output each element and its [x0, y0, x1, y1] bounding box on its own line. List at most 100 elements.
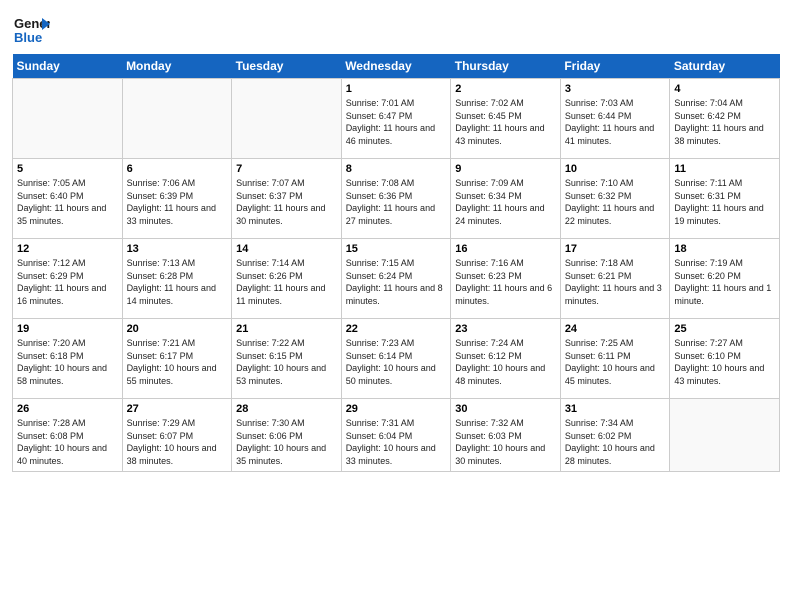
day-info: Sunrise: 7:02 AM Sunset: 6:45 PM Dayligh…	[455, 97, 556, 147]
week-row-1: 1 Sunrise: 7:01 AM Sunset: 6:47 PM Daylig…	[13, 79, 780, 159]
day-info: Sunrise: 7:28 AM Sunset: 6:08 PM Dayligh…	[17, 417, 118, 467]
svg-text:Blue: Blue	[14, 30, 42, 45]
day-info: Sunrise: 7:01 AM Sunset: 6:47 PM Dayligh…	[346, 97, 447, 147]
day-number: 12	[17, 243, 118, 255]
day-number: 23	[455, 323, 556, 335]
day-info: Sunrise: 7:30 AM Sunset: 6:06 PM Dayligh…	[236, 417, 337, 467]
week-row-4: 19 Sunrise: 7:20 AM Sunset: 6:18 PM Dayli…	[13, 319, 780, 399]
header: General Blue	[12, 10, 780, 48]
day-number: 20	[127, 323, 228, 335]
week-row-3: 12 Sunrise: 7:12 AM Sunset: 6:29 PM Dayli…	[13, 239, 780, 319]
day-number: 17	[565, 243, 666, 255]
day-number: 13	[127, 243, 228, 255]
day-cell: 13Sunrise: 7:13 AM Sunset: 6:28 PM Dayli…	[122, 239, 232, 319]
day-cell: 3 Sunrise: 7:03 AM Sunset: 6:44 PM Daylig…	[560, 79, 670, 159]
day-cell: 15 Sunrise: 7:15 AM Sunset: 6:24 PM Dayli…	[341, 239, 451, 319]
day-cell: 12 Sunrise: 7:12 AM Sunset: 6:29 PM Dayli…	[13, 239, 123, 319]
day-number: 19	[17, 323, 118, 335]
day-number: 6	[127, 163, 228, 175]
calendar-container: General Blue SundayMondayTuesdayWednesda…	[0, 0, 792, 612]
day-info: Sunrise: 7:08 AM Sunset: 6:36 PM Dayligh…	[346, 177, 447, 227]
day-cell: 2 Sunrise: 7:02 AM Sunset: 6:45 PM Daylig…	[451, 79, 561, 159]
day-cell: 5 Sunrise: 7:05 AM Sunset: 6:40 PM Daylig…	[13, 159, 123, 239]
day-info: Sunrise: 7:21 AM Sunset: 6:17 PM Dayligh…	[127, 337, 228, 387]
day-info: Sunrise: 7:06 AM Sunset: 6:39 PM Dayligh…	[127, 177, 228, 227]
day-cell: 30 Sunrise: 7:32 AM Sunset: 6:03 PM Dayli…	[451, 399, 561, 472]
day-cell: 4 Sunrise: 7:04 AM Sunset: 6:42 PM Daylig…	[670, 79, 780, 159]
day-cell: 17Sunrise: 7:18 AM Sunset: 6:21 PM Dayli…	[560, 239, 670, 319]
day-number: 8	[346, 163, 447, 175]
day-cell: 28 Sunrise: 7:30 AM Sunset: 6:06 PM Dayli…	[232, 399, 342, 472]
day-cell	[232, 79, 342, 159]
day-header-thursday: Thursday	[451, 54, 561, 79]
day-header-sunday: Sunday	[13, 54, 123, 79]
day-number: 11	[674, 163, 775, 175]
day-info: Sunrise: 7:32 AM Sunset: 6:03 PM Dayligh…	[455, 417, 556, 467]
day-number: 22	[346, 323, 447, 335]
day-cell: 8 Sunrise: 7:08 AM Sunset: 6:36 PM Daylig…	[341, 159, 451, 239]
day-number: 16	[455, 243, 556, 255]
day-cell: 31Sunrise: 7:34 AM Sunset: 6:02 PM Dayli…	[560, 399, 670, 472]
day-number: 18	[674, 243, 775, 255]
day-info: Sunrise: 7:15 AM Sunset: 6:24 PM Dayligh…	[346, 257, 447, 307]
day-cell: 27 Sunrise: 7:29 AM Sunset: 6:07 PM Dayli…	[122, 399, 232, 472]
day-cell: 23Sunrise: 7:24 AM Sunset: 6:12 PM Dayli…	[451, 319, 561, 399]
day-number: 5	[17, 163, 118, 175]
day-cell: 6 Sunrise: 7:06 AM Sunset: 6:39 PM Daylig…	[122, 159, 232, 239]
day-cell: 21Sunrise: 7:22 AM Sunset: 6:15 PM Dayli…	[232, 319, 342, 399]
day-number: 9	[455, 163, 556, 175]
day-cell: 16 Sunrise: 7:16 AM Sunset: 6:23 PM Dayli…	[451, 239, 561, 319]
day-cell: 14Sunrise: 7:14 AM Sunset: 6:26 PM Dayli…	[232, 239, 342, 319]
day-info: Sunrise: 7:20 AM Sunset: 6:18 PM Dayligh…	[17, 337, 118, 387]
day-info: Sunrise: 7:14 AM Sunset: 6:26 PM Dayligh…	[236, 257, 337, 307]
day-cell: 24 Sunrise: 7:25 AM Sunset: 6:11 PM Dayli…	[560, 319, 670, 399]
day-info: Sunrise: 7:09 AM Sunset: 6:34 PM Dayligh…	[455, 177, 556, 227]
day-number: 3	[565, 83, 666, 95]
day-cell	[13, 79, 123, 159]
day-info: Sunrise: 7:27 AM Sunset: 6:10 PM Dayligh…	[674, 337, 775, 387]
day-number: 21	[236, 323, 337, 335]
day-cell: 11 Sunrise: 7:11 AM Sunset: 6:31 PM Dayli…	[670, 159, 780, 239]
day-number: 30	[455, 403, 556, 415]
day-number: 25	[674, 323, 775, 335]
day-info: Sunrise: 7:23 AM Sunset: 6:14 PM Dayligh…	[346, 337, 447, 387]
day-info: Sunrise: 7:31 AM Sunset: 6:04 PM Dayligh…	[346, 417, 447, 467]
day-header-monday: Monday	[122, 54, 232, 79]
day-header-saturday: Saturday	[670, 54, 780, 79]
day-info: Sunrise: 7:25 AM Sunset: 6:11 PM Dayligh…	[565, 337, 666, 387]
day-cell: 9 Sunrise: 7:09 AM Sunset: 6:34 PM Daylig…	[451, 159, 561, 239]
day-number: 24	[565, 323, 666, 335]
day-number: 1	[346, 83, 447, 95]
day-cell	[122, 79, 232, 159]
day-cell: 10 Sunrise: 7:10 AM Sunset: 6:32 PM Dayli…	[560, 159, 670, 239]
day-cell: 22 Sunrise: 7:23 AM Sunset: 6:14 PM Dayli…	[341, 319, 451, 399]
logo-icon: General Blue	[12, 10, 50, 48]
day-info: Sunrise: 7:11 AM Sunset: 6:31 PM Dayligh…	[674, 177, 775, 227]
day-cell: 29Sunrise: 7:31 AM Sunset: 6:04 PM Dayli…	[341, 399, 451, 472]
day-cell: 20 Sunrise: 7:21 AM Sunset: 6:17 PM Dayli…	[122, 319, 232, 399]
day-number: 10	[565, 163, 666, 175]
day-cell: 26Sunrise: 7:28 AM Sunset: 6:08 PM Dayli…	[13, 399, 123, 472]
day-info: Sunrise: 7:12 AM Sunset: 6:29 PM Dayligh…	[17, 257, 118, 307]
day-cell	[670, 399, 780, 472]
day-info: Sunrise: 7:04 AM Sunset: 6:42 PM Dayligh…	[674, 97, 775, 147]
day-info: Sunrise: 7:03 AM Sunset: 6:44 PM Dayligh…	[565, 97, 666, 147]
day-cell: 7Sunrise: 7:07 AM Sunset: 6:37 PM Daylig…	[232, 159, 342, 239]
day-number: 27	[127, 403, 228, 415]
day-info: Sunrise: 7:10 AM Sunset: 6:32 PM Dayligh…	[565, 177, 666, 227]
day-info: Sunrise: 7:29 AM Sunset: 6:07 PM Dayligh…	[127, 417, 228, 467]
day-header-friday: Friday	[560, 54, 670, 79]
day-number: 4	[674, 83, 775, 95]
day-cell: 1 Sunrise: 7:01 AM Sunset: 6:47 PM Daylig…	[341, 79, 451, 159]
day-number: 2	[455, 83, 556, 95]
day-number: 15	[346, 243, 447, 255]
week-row-2: 5 Sunrise: 7:05 AM Sunset: 6:40 PM Daylig…	[13, 159, 780, 239]
day-header-tuesday: Tuesday	[232, 54, 342, 79]
header-row: SundayMondayTuesdayWednesdayThursdayFrid…	[13, 54, 780, 79]
day-info: Sunrise: 7:05 AM Sunset: 6:40 PM Dayligh…	[17, 177, 118, 227]
day-info: Sunrise: 7:34 AM Sunset: 6:02 PM Dayligh…	[565, 417, 666, 467]
day-number: 28	[236, 403, 337, 415]
day-info: Sunrise: 7:16 AM Sunset: 6:23 PM Dayligh…	[455, 257, 556, 307]
day-header-wednesday: Wednesday	[341, 54, 451, 79]
day-number: 7	[236, 163, 337, 175]
